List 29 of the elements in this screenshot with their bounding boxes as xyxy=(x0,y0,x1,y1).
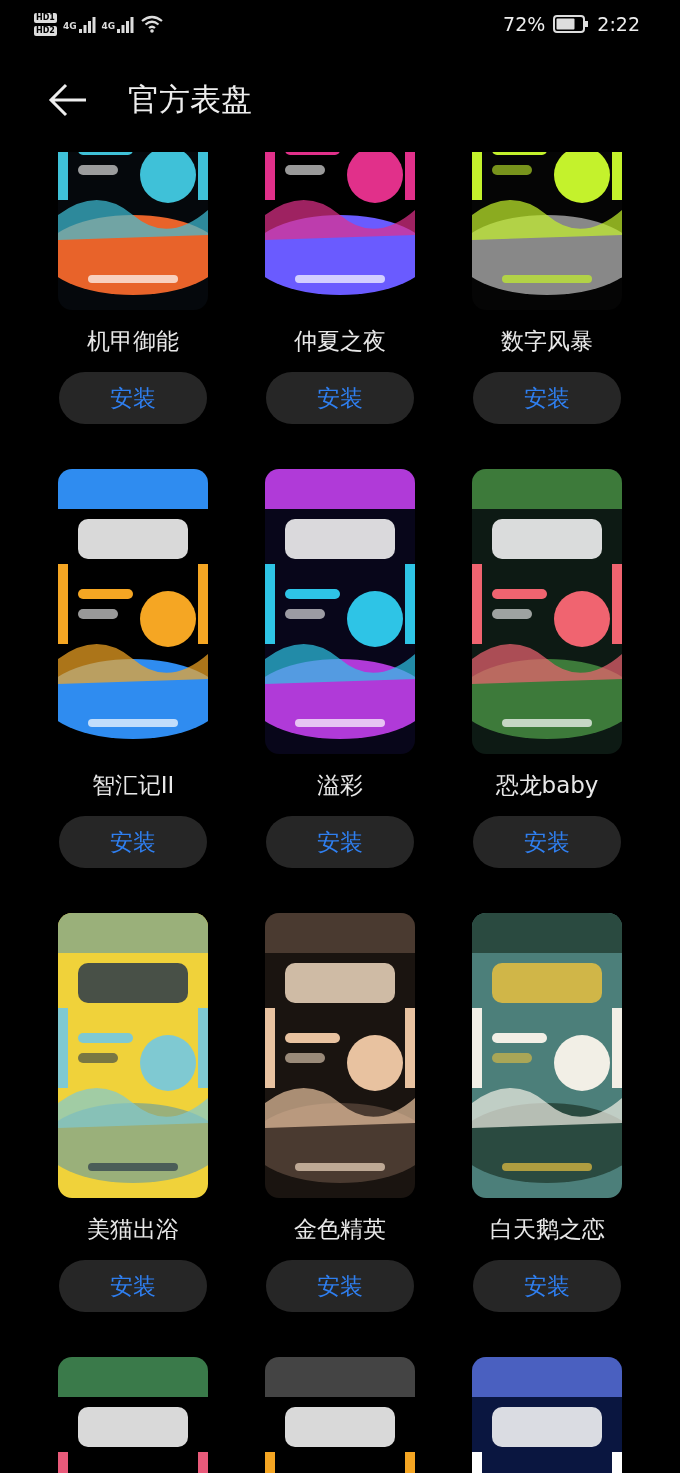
network-label: 4G xyxy=(62,21,77,31)
install-button[interactable]: 安装 xyxy=(59,816,207,868)
signal-icon xyxy=(116,15,135,33)
install-button[interactable]: 安装 xyxy=(59,372,207,424)
install-button[interactable]: 安装 xyxy=(59,1260,207,1312)
battery-icon xyxy=(553,15,590,33)
signal-icon xyxy=(77,15,96,33)
hd-badge: HD1 xyxy=(34,12,57,23)
watch-face-name: 金色精英 xyxy=(294,1215,386,1244)
watch-face-name: 恐龙baby xyxy=(495,771,599,800)
watch-face-name: 美猫出浴 xyxy=(87,1215,179,1244)
hd-badge: HD2 xyxy=(34,25,57,36)
install-button[interactable]: 安装 xyxy=(266,816,414,868)
page-title: 官方表盘 xyxy=(128,80,252,119)
install-button[interactable]: 安装 xyxy=(266,1260,414,1312)
battery-percent: 72% xyxy=(503,13,546,35)
watch-face-name: 仲夏之夜 xyxy=(294,327,386,356)
network-label: 4G xyxy=(101,21,116,31)
watch-face-name: 溢彩 xyxy=(317,771,363,800)
watch-face-name: 机甲御能 xyxy=(87,327,179,356)
install-button[interactable]: 安装 xyxy=(473,372,621,424)
wifi-icon xyxy=(140,14,165,34)
install-button[interactable]: 安装 xyxy=(473,816,621,868)
install-button[interactable]: 安装 xyxy=(473,1260,621,1312)
install-button[interactable]: 安装 xyxy=(266,372,414,424)
clock-time: 2:22 xyxy=(597,13,640,35)
watch-face-name: 数字风暴 xyxy=(501,327,593,356)
watch-face-name: 白天鹅之恋 xyxy=(489,1215,605,1244)
watch-face-name: 智汇记II xyxy=(91,771,175,800)
